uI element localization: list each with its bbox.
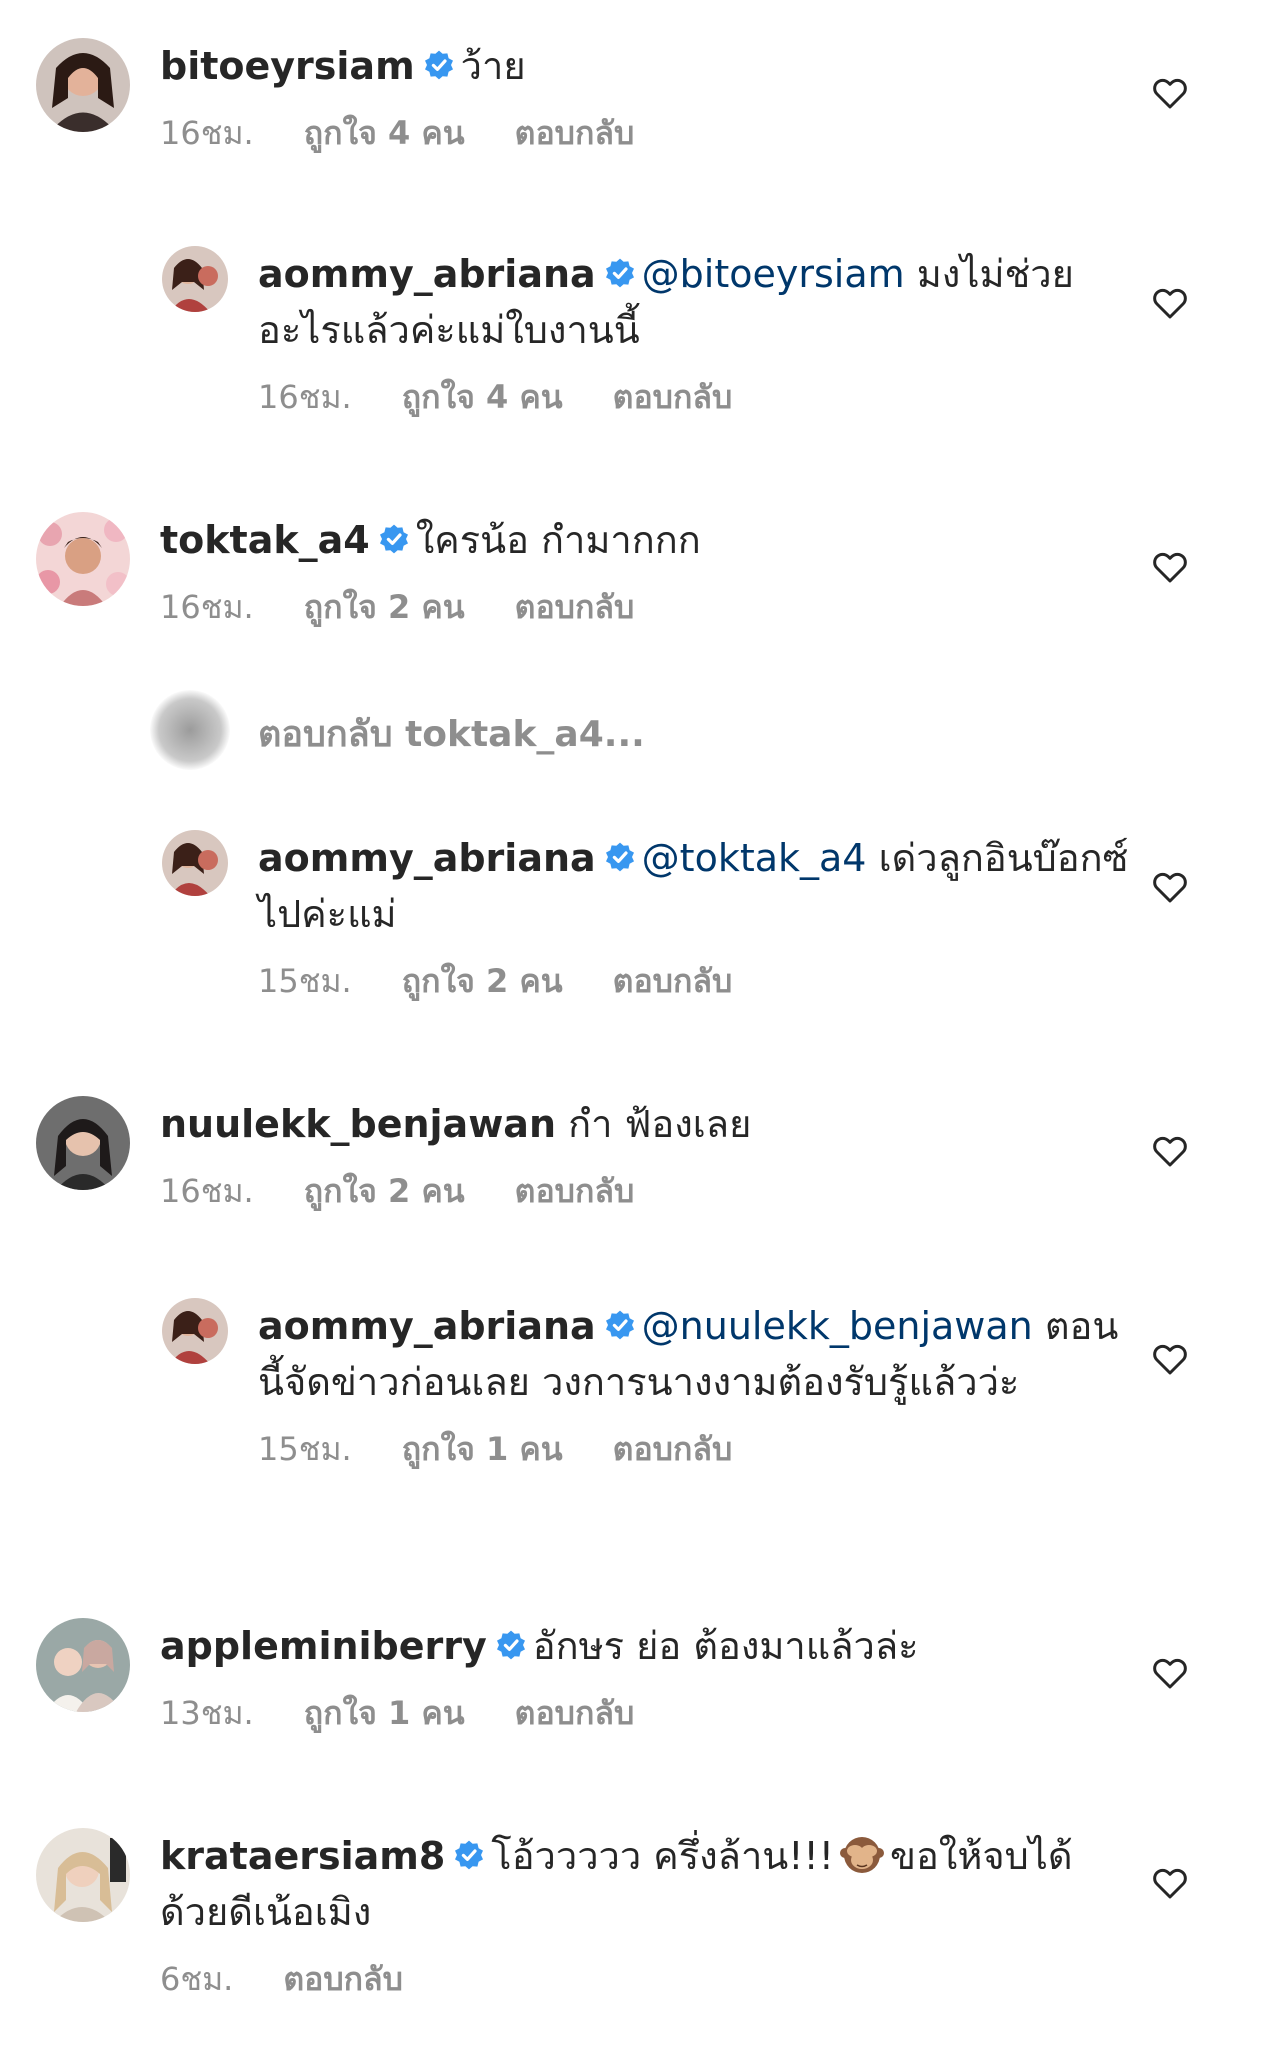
username[interactable]: bitoeyrsiam: [160, 44, 415, 88]
likes-count[interactable]: ถูกใจ 4 คน: [402, 378, 563, 416]
username[interactable]: appleminiberry: [160, 1624, 487, 1668]
comment-body: aommy_abriana @nuulekk_benjawan ตอนนี้จัด…: [258, 1298, 1130, 1475]
comment-content: ใครน้อ กำมากกก: [415, 518, 701, 562]
comment-text: bitoeyrsiam ว้าย: [160, 38, 1130, 94]
comment-time: 6ชม.: [160, 1960, 234, 1998]
comment-content: กำ ฟ้องเลย: [568, 1102, 752, 1146]
comment-time: 13ชม.: [160, 1694, 254, 1732]
comment-text: aommy_abriana @bitoeyrsiam มงไม่ช่วยอะไรแ…: [258, 246, 1130, 358]
username[interactable]: aommy_abriana: [258, 252, 596, 296]
comment-time: 16ชม.: [160, 114, 254, 152]
mention-link[interactable]: @toktak_a4: [642, 836, 867, 880]
verified-badge-icon: [496, 1630, 525, 1660]
comment-body: nuulekk_benjawan กำ ฟ้องเลย 16ชม. ถูกใจ 2…: [160, 1096, 1130, 1217]
heart-icon[interactable]: [1150, 866, 1190, 906]
avatar[interactable]: [162, 1298, 228, 1364]
avatar[interactable]: [36, 1096, 130, 1190]
view-replies-link[interactable]: ตอบกลับ toktak_a4...: [258, 705, 645, 762]
verified-badge-icon: [424, 50, 453, 80]
verified-badge-icon: [605, 842, 634, 872]
comment-text: krataersiam8 โอ้ววววว ครึ่งล้าน!!! ขอให้จบ…: [160, 1828, 1130, 1940]
comment-content: อักษร ย่อ ต้องมาแล้วล่ะ: [532, 1624, 919, 1668]
heart-icon[interactable]: [1150, 282, 1190, 322]
heart-icon[interactable]: [1150, 546, 1190, 586]
likes-count[interactable]: ถูกใจ 2 คน: [402, 962, 563, 1000]
comment-meta: 16ชม. ถูกใจ 2 คน ตอบกลับ: [160, 582, 1130, 633]
avatar[interactable]: [36, 512, 130, 606]
mention-link[interactable]: @bitoeyrsiam: [642, 252, 905, 296]
comment-time: 16ชม.: [258, 378, 352, 416]
reply-button[interactable]: ตอบกลับ: [515, 114, 635, 152]
comment-time: 16ชม.: [160, 588, 254, 626]
likes-count[interactable]: ถูกใจ 1 คน: [304, 1694, 465, 1732]
reply-button[interactable]: ตอบกลับ: [613, 962, 733, 1000]
comment-body: bitoeyrsiam ว้าย 16ชม. ถูกใจ 4 คน ตอบกลับ: [160, 38, 1130, 159]
comment-time: 15ชม.: [258, 1430, 352, 1468]
comment-body: toktak_a4 ใครน้อ กำมากกก 16ชม. ถูกใจ 2 คน ต…: [160, 512, 1130, 633]
comment-body: aommy_abriana @bitoeyrsiam มงไม่ช่วยอะไรแ…: [258, 246, 1130, 423]
reply-author-avatar-blurred: [150, 690, 230, 770]
reply-button[interactable]: ตอบกลับ: [613, 378, 733, 416]
heart-icon[interactable]: [1150, 1130, 1190, 1170]
mention-link[interactable]: @nuulekk_benjawan: [642, 1304, 1033, 1348]
comment-body: krataersiam8 โอ้ววววว ครึ่งล้าน!!! ขอให้จบ…: [160, 1828, 1130, 2005]
heart-icon[interactable]: [1150, 1862, 1190, 1902]
username[interactable]: krataersiam8: [160, 1834, 445, 1878]
comment-time: 15ชม.: [258, 962, 352, 1000]
comment-meta: 13ชม. ถูกใจ 1 คน ตอบกลับ: [160, 1688, 1130, 1739]
likes-count[interactable]: ถูกใจ 1 คน: [402, 1430, 563, 1468]
heart-icon[interactable]: [1150, 72, 1190, 112]
likes-count[interactable]: ถูกใจ 2 คน: [304, 1172, 465, 1210]
comment-meta: 16ชม. ถูกใจ 4 คน ตอบกลับ: [160, 108, 1130, 159]
username[interactable]: toktak_a4: [160, 518, 370, 562]
avatar[interactable]: [162, 246, 228, 312]
comment-meta: 16ชม. ถูกใจ 2 คน ตอบกลับ: [160, 1166, 1130, 1217]
comment-text: appleminiberry อักษร ย่อ ต้องมาแล้วล่ะ: [160, 1618, 1130, 1674]
verified-badge-icon: [455, 1840, 484, 1870]
reply-button[interactable]: ตอบกลับ: [515, 1694, 635, 1732]
comment-meta: 16ชม. ถูกใจ 4 คน ตอบกลับ: [258, 372, 1130, 423]
username[interactable]: aommy_abriana: [258, 836, 596, 880]
avatar[interactable]: [162, 830, 228, 896]
verified-badge-icon: [605, 258, 634, 288]
comment-text: aommy_abriana @toktak_a4 เด่วลูกอินบ๊อกซ์…: [258, 830, 1130, 942]
reply-button[interactable]: ตอบกลับ: [613, 1430, 733, 1468]
comment-body: appleminiberry อักษร ย่อ ต้องมาแล้วล่ะ 13…: [160, 1618, 1130, 1739]
heart-icon[interactable]: [1150, 1652, 1190, 1692]
reply-button[interactable]: ตอบกลับ: [515, 588, 635, 626]
comment-text: toktak_a4 ใครน้อ กำมากกก: [160, 512, 1130, 568]
comment-meta: 6ชม. ตอบกลับ: [160, 1954, 1130, 2005]
username[interactable]: aommy_abriana: [258, 1304, 596, 1348]
username[interactable]: nuulekk_benjawan: [160, 1102, 556, 1146]
comment-content: ว้าย: [460, 44, 526, 88]
comment-time: 16ชม.: [160, 1172, 254, 1210]
verified-badge-icon: [605, 1310, 634, 1340]
avatar[interactable]: [36, 38, 130, 132]
likes-count[interactable]: ถูกใจ 2 คน: [304, 588, 465, 626]
comment-content: โอ้ววววว ครึ่งล้าน!!!: [491, 1834, 834, 1878]
likes-count[interactable]: ถูกใจ 4 คน: [304, 114, 465, 152]
heart-icon[interactable]: [1150, 1338, 1190, 1378]
see-no-evil-monkey-icon: [839, 1837, 884, 1873]
avatar[interactable]: [36, 1828, 130, 1922]
comment-text: aommy_abriana @nuulekk_benjawan ตอนนี้จัด…: [258, 1298, 1130, 1410]
comment-meta: 15ชม. ถูกใจ 2 คน ตอบกลับ: [258, 956, 1130, 1007]
verified-badge-icon: [379, 524, 408, 554]
comment-text: nuulekk_benjawan กำ ฟ้องเลย: [160, 1096, 1130, 1152]
reply-button[interactable]: ตอบกลับ: [283, 1960, 403, 1998]
comment-meta: 15ชม. ถูกใจ 1 คน ตอบกลับ: [258, 1424, 1130, 1475]
avatar[interactable]: [36, 1618, 130, 1712]
reply-button[interactable]: ตอบกลับ: [515, 1172, 635, 1210]
comment-body: aommy_abriana @toktak_a4 เด่วลูกอินบ๊อกซ์…: [258, 830, 1130, 1007]
